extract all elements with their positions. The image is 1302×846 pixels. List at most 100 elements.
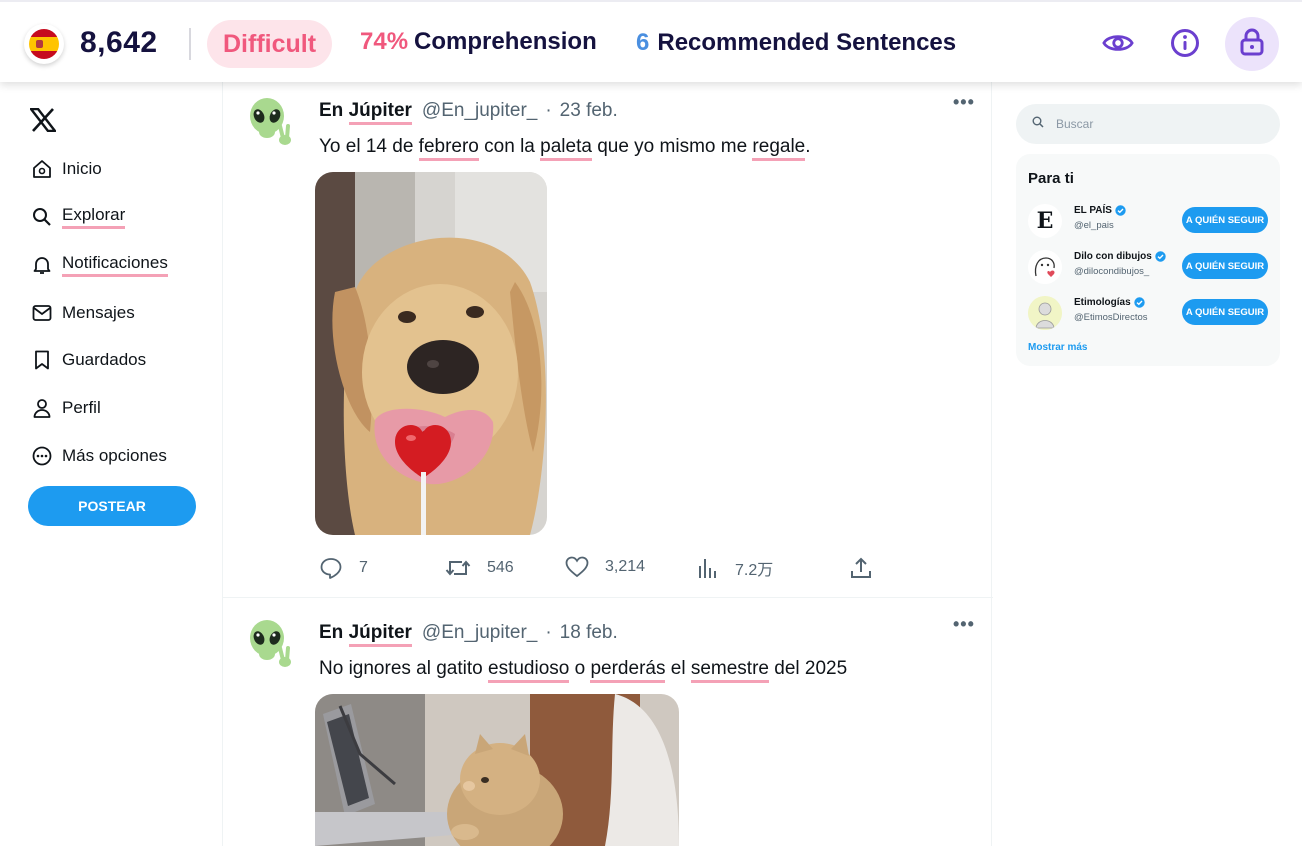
follow-suggestion[interactable]: Etimologías @EtimosDirectos A QUIÉN SEGU… bbox=[1026, 294, 1274, 334]
author-name[interactable]: En Júpiter bbox=[319, 100, 412, 125]
text-segment: No ignores al gatito bbox=[319, 658, 488, 679]
tweet-date[interactable]: 18 feb. bbox=[560, 622, 618, 644]
comprehension-stat: 74% Comprehension bbox=[360, 28, 597, 56]
search-input[interactable] bbox=[1056, 117, 1256, 131]
more-options-icon[interactable]: ••• bbox=[953, 92, 975, 113]
search-icon bbox=[1032, 115, 1044, 133]
sidebar-item-mensajes[interactable]: Mensajes bbox=[32, 300, 135, 326]
account-name[interactable]: Etimologías bbox=[1074, 297, 1145, 308]
author-handle[interactable]: @En_jupiter_ bbox=[422, 100, 537, 122]
verified-icon bbox=[1115, 205, 1126, 216]
tweet-actions: 7 546 3,214 7.2万 bbox=[319, 556, 879, 582]
avatar-letter: E bbox=[1036, 208, 1054, 234]
lock-button[interactable] bbox=[1225, 17, 1279, 71]
underlined-word[interactable]: perderás bbox=[590, 658, 666, 683]
more-options-icon[interactable]: ••• bbox=[953, 614, 975, 635]
recommended-label: Recommended Sentences bbox=[657, 29, 957, 56]
show-more-link[interactable]: Mostrar más bbox=[1028, 342, 1087, 353]
sidebar-item-notificaciones[interactable]: Notificaciones bbox=[32, 252, 168, 278]
author-handle[interactable]: @En_jupiter_ bbox=[422, 622, 537, 644]
comprehension-label: Comprehension bbox=[414, 28, 597, 55]
share-button[interactable] bbox=[849, 556, 889, 580]
text-segment: o bbox=[569, 658, 591, 679]
follow-button[interactable]: A QUIÉN SEGUIR bbox=[1182, 253, 1268, 279]
toolbar-divider bbox=[189, 28, 191, 60]
follow-suggestion[interactable]: Dilo con dibujos @dilocondibujos_ A QUIÉ… bbox=[1026, 248, 1274, 288]
more-circle-icon bbox=[32, 446, 52, 466]
sidebar-item-label: Guardados bbox=[62, 350, 147, 369]
sidebar-item-explorar[interactable]: Explorar bbox=[32, 204, 126, 230]
follow-button[interactable]: A QUIÉN SEGUIR bbox=[1182, 207, 1268, 233]
views-button[interactable]: 7.2万 bbox=[697, 556, 773, 580]
tweet-date[interactable]: 23 feb. bbox=[560, 100, 618, 122]
views-icon bbox=[699, 559, 716, 578]
alien-avatar[interactable] bbox=[247, 96, 299, 148]
view-count: 7.2万 bbox=[735, 562, 774, 579]
retweet-button[interactable]: 546 bbox=[445, 556, 514, 580]
underlined-word[interactable]: febrero bbox=[418, 136, 479, 161]
account-name[interactable]: EL PAÍS bbox=[1074, 205, 1126, 216]
follow-button[interactable]: A QUIÉN SEGUIR bbox=[1182, 299, 1268, 325]
like-count: 3,214 bbox=[605, 558, 646, 575]
post-button[interactable]: POSTEAR bbox=[28, 486, 196, 526]
reply-icon bbox=[320, 558, 342, 579]
sidebar-item-label: Perfil bbox=[62, 398, 101, 417]
etimologias-avatar[interactable] bbox=[1028, 296, 1062, 330]
heart-icon bbox=[565, 556, 589, 578]
mail-icon bbox=[32, 303, 52, 323]
sidebar-nav: Inicio Explorar Notificaciones Mensajes … bbox=[0, 82, 222, 846]
sidebar-item-mas-opciones[interactable]: Más opciones bbox=[32, 443, 167, 469]
text-segment: con la bbox=[478, 136, 541, 157]
separator-dot: · bbox=[545, 622, 552, 643]
underlined-word[interactable]: semestre bbox=[690, 658, 769, 683]
score-counter: 8,642 bbox=[80, 26, 158, 59]
retweet-icon bbox=[445, 560, 471, 576]
dilo-con-dibujos-avatar[interactable] bbox=[1028, 250, 1062, 284]
dog-lollipop-image[interactable] bbox=[315, 172, 547, 535]
text-segment: que yo mismo me bbox=[591, 136, 753, 157]
verified-icon bbox=[1133, 297, 1145, 308]
recommended-sentences-stat[interactable]: 6 Recommended Sentences bbox=[636, 29, 956, 57]
bookmark-icon bbox=[32, 350, 52, 370]
sidebar-item-inicio[interactable]: Inicio bbox=[32, 156, 102, 182]
info-icon[interactable] bbox=[1169, 27, 1201, 59]
underlined-word[interactable]: paleta bbox=[540, 136, 592, 161]
underlined-word: Júpiter bbox=[348, 622, 412, 647]
recommended-count: 6 bbox=[636, 29, 650, 56]
share-icon bbox=[851, 557, 871, 578]
text-segment: Yo el 14 de bbox=[319, 136, 419, 157]
alien-avatar[interactable] bbox=[247, 618, 299, 670]
reply-button[interactable]: 7 bbox=[319, 556, 368, 580]
text-segment: del 2025 bbox=[768, 658, 848, 679]
author-name[interactable]: En Júpiter bbox=[319, 622, 412, 647]
underlined-word: Júpiter bbox=[348, 100, 412, 125]
home-icon bbox=[32, 159, 52, 179]
text-segment: . bbox=[805, 136, 811, 157]
search-icon bbox=[32, 207, 52, 227]
who-to-follow-panel: Para ti E EL PAÍS @el_pais A QUIÉN SEGUI… bbox=[1016, 154, 1280, 366]
search-box[interactable] bbox=[1016, 104, 1280, 144]
tweet-header: En Júpiter @En_jupiter_ · 18 feb. bbox=[319, 622, 618, 647]
sidebar-item-label: Mensajes bbox=[62, 303, 135, 322]
language-toolbar: 8,642 Difficult 74% Comprehension 6 Recomm… bbox=[0, 0, 1302, 82]
eye-icon[interactable] bbox=[1102, 27, 1134, 59]
underlined-word[interactable]: regale bbox=[752, 136, 806, 161]
panel-title: Para ti bbox=[1028, 170, 1074, 187]
kitten-laptop-image[interactable] bbox=[315, 694, 679, 846]
account-name[interactable]: Dilo con dibujos bbox=[1074, 251, 1166, 262]
follow-suggestion[interactable]: E EL PAÍS @el_pais A QUIÉN SEGUIR bbox=[1026, 202, 1274, 242]
tweet[interactable]: En Júpiter @En_jupiter_ · 18 feb. ••• No… bbox=[223, 598, 993, 846]
spain-flag-icon[interactable] bbox=[24, 24, 64, 64]
like-button[interactable]: 3,214 bbox=[565, 556, 645, 578]
sidebar-item-perfil[interactable]: Perfil bbox=[32, 395, 101, 421]
el-pais-avatar[interactable]: E bbox=[1028, 204, 1062, 238]
account-handle: @dilocondibujos_ bbox=[1074, 266, 1150, 277]
account-handle: @EtimosDirectos bbox=[1074, 312, 1148, 323]
difficulty-badge[interactable]: Difficult bbox=[207, 20, 333, 68]
sidebar-item-guardados[interactable]: Guardados bbox=[32, 347, 146, 373]
tweet[interactable]: En Júpiter @En_jupiter_ · 23 feb. ••• Yo… bbox=[223, 82, 993, 598]
underlined-word[interactable]: estudioso bbox=[488, 658, 570, 683]
bell-icon bbox=[32, 255, 52, 275]
x-logo-icon[interactable] bbox=[29, 107, 57, 134]
retweet-count: 546 bbox=[487, 559, 514, 576]
